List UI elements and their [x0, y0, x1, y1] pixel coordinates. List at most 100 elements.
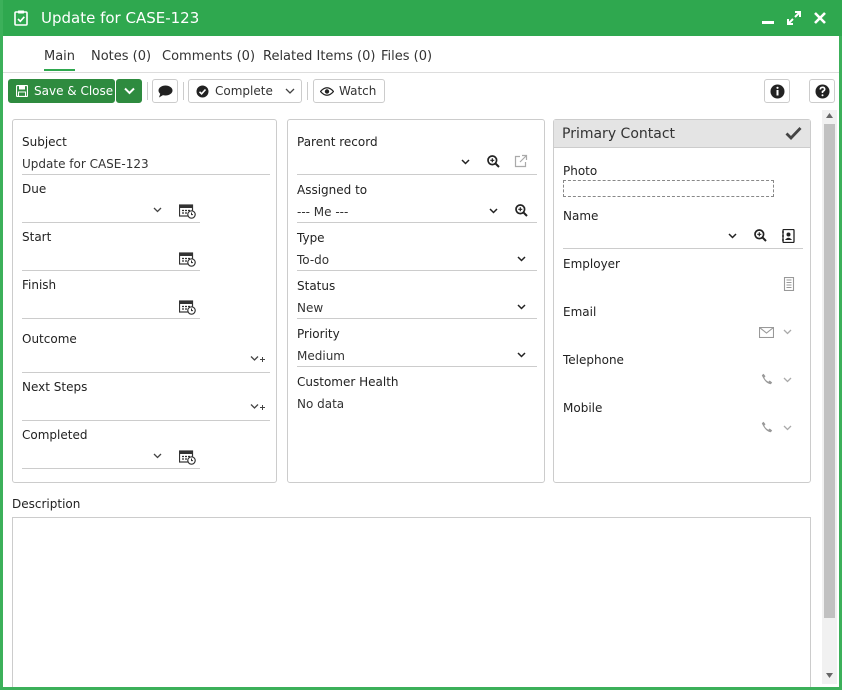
vertical-scrollbar[interactable] — [822, 110, 837, 684]
status-label: Status — [297, 279, 336, 293]
zoom-search-icon[interactable] — [515, 204, 528, 217]
save-options-dropdown[interactable] — [116, 79, 142, 103]
chevron-down-icon[interactable] — [728, 233, 737, 239]
finish-input[interactable] — [22, 318, 200, 319]
calendar-icon[interactable] — [179, 203, 196, 219]
completed-label: Completed — [22, 428, 88, 442]
start-label: Start — [22, 230, 52, 244]
info-icon — [770, 84, 785, 99]
dialog-window: Update for CASE-123 Main Notes (0) Comme… — [0, 0, 842, 690]
start-input[interactable] — [22, 270, 200, 271]
eye-icon — [320, 87, 334, 96]
chevron-down-icon[interactable] — [783, 329, 792, 335]
status-select[interactable] — [297, 318, 537, 319]
photo-dropzone[interactable] — [563, 180, 774, 197]
check-circle-icon — [196, 85, 209, 98]
save-close-button[interactable]: Save & Close — [8, 79, 115, 103]
subject-input[interactable]: Update for CASE-123 — [22, 157, 149, 171]
scroll-up-icon[interactable] — [826, 113, 833, 118]
next-steps-label: Next Steps — [22, 380, 88, 394]
phone-icon[interactable] — [761, 373, 773, 385]
checkmark-icon[interactable] — [785, 126, 802, 140]
chevron-down-icon[interactable] — [517, 304, 526, 310]
chevron-down-plus-icon[interactable] — [250, 355, 266, 363]
subject-label: Subject — [22, 135, 67, 149]
primary-contact-header: Primary Contact — [554, 120, 810, 148]
chevron-down-icon[interactable] — [517, 352, 526, 358]
completed-input[interactable] — [22, 468, 200, 469]
email-label: Email — [563, 305, 597, 319]
calendar-icon[interactable] — [179, 299, 196, 315]
parent-record-input[interactable] — [297, 174, 537, 175]
calendar-icon[interactable] — [179, 251, 196, 267]
finish-label: Finish — [22, 278, 57, 292]
chevron-down-icon[interactable] — [153, 207, 162, 213]
assigned-to-select[interactable] — [297, 222, 537, 223]
description-label: Description — [12, 497, 81, 511]
name-select[interactable] — [563, 248, 803, 249]
customer-health-label: Customer Health — [297, 375, 399, 389]
chevron-down-plus-icon[interactable] — [250, 403, 266, 411]
comment-button[interactable] — [152, 79, 178, 103]
chevron-down-icon — [285, 88, 295, 94]
zoom-search-icon[interactable] — [487, 155, 500, 168]
chevron-down-icon[interactable] — [517, 256, 526, 262]
priority-select[interactable] — [297, 366, 537, 367]
tab-files[interactable]: Files (0) — [381, 49, 432, 64]
due-label: Due — [22, 182, 47, 196]
contact-card-icon[interactable] — [782, 229, 795, 243]
type-select[interactable] — [297, 270, 537, 271]
chevron-down-icon[interactable] — [783, 425, 792, 431]
chevron-down-icon — [124, 87, 135, 95]
photo-label: Photo — [563, 164, 598, 178]
tab-main[interactable]: Main — [44, 49, 76, 71]
envelope-icon[interactable] — [759, 327, 774, 338]
assignment-panel: Parent record Assigned to --- Me --- Typ… — [287, 119, 545, 483]
details-panel: Subject Update for CASE-123 Due Start Fi… — [12, 119, 277, 483]
outcome-select[interactable] — [22, 372, 270, 373]
due-input[interactable] — [22, 222, 200, 223]
priority-value: Medium — [297, 349, 345, 363]
type-label: Type — [297, 231, 325, 245]
customer-health-value: No data — [297, 397, 345, 411]
toolbar-divider — [183, 82, 184, 100]
external-link-icon[interactable] — [514, 154, 528, 168]
scrollbar-thumb[interactable] — [824, 124, 835, 618]
calendar-icon[interactable] — [179, 449, 196, 465]
close-icon[interactable] — [812, 10, 828, 26]
status-value: New — [297, 301, 324, 315]
employer-label: Employer — [563, 257, 620, 271]
maximize-icon[interactable] — [786, 10, 802, 26]
primary-contact-panel: Primary Contact Photo Name Employer Emai… — [553, 119, 811, 483]
primary-contact-title: Primary Contact — [562, 126, 676, 142]
speech-bubble-icon — [158, 85, 173, 98]
next-steps-select[interactable] — [22, 420, 270, 421]
tab-related-items[interactable]: Related Items (0) — [263, 49, 375, 64]
chevron-down-icon[interactable] — [153, 453, 162, 459]
priority-label: Priority — [297, 327, 340, 341]
watch-button[interactable]: Watch — [313, 79, 385, 103]
description-textarea[interactable] — [12, 517, 811, 687]
tab-notes[interactable]: Notes (0) — [91, 49, 151, 64]
help-button[interactable] — [809, 79, 835, 103]
info-button[interactable] — [764, 79, 790, 103]
minimize-icon[interactable] — [760, 10, 776, 26]
outcome-label: Outcome — [22, 332, 77, 346]
complete-dropdown[interactable]: Complete — [188, 79, 302, 103]
question-icon — [815, 84, 830, 99]
scroll-down-icon[interactable] — [826, 673, 833, 678]
save-icon — [16, 85, 28, 97]
toolbar-divider — [147, 82, 148, 100]
chevron-down-icon[interactable] — [461, 159, 470, 165]
zoom-search-icon[interactable] — [754, 229, 767, 242]
watch-label: Watch — [339, 84, 377, 98]
chevron-down-icon[interactable] — [783, 377, 792, 383]
tab-bar: Main Notes (0) Comments (0) Related Item… — [3, 36, 839, 73]
phone-icon[interactable] — [761, 421, 773, 433]
complete-label: Complete — [215, 84, 273, 98]
tab-comments[interactable]: Comments (0) — [162, 49, 255, 64]
building-icon[interactable] — [783, 277, 795, 291]
type-value: To-do — [297, 253, 330, 267]
telephone-label: Telephone — [563, 353, 624, 367]
chevron-down-icon[interactable] — [489, 208, 498, 214]
